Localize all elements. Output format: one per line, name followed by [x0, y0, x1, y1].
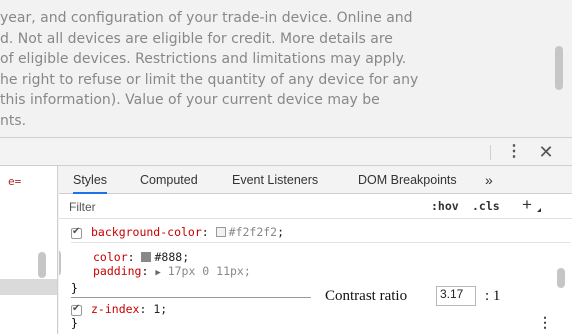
color-picker-separator	[71, 297, 311, 298]
property-value[interactable]: #f2f2f2	[229, 225, 277, 239]
property-name[interactable]: color	[93, 250, 128, 264]
page-content-area: year, and configuration of your trade-in…	[0, 0, 572, 137]
tab-event-listeners[interactable]: Event Listeners	[232, 166, 318, 194]
tab-computed[interactable]: Computed	[140, 166, 198, 194]
page-scrollbar-thumb[interactable]	[555, 46, 563, 90]
elements-panel: e=	[0, 166, 58, 334]
color-swatch[interactable]	[215, 227, 226, 237]
paragraph-line: nts.	[0, 112, 27, 129]
paragraph-line: d. Not all devices are eligible for cred…	[0, 30, 393, 47]
more-vert-icon[interactable]: ⋮	[503, 142, 525, 162]
rule-scrollbar-thumb[interactable]	[59, 250, 61, 276]
paragraph-line: year, and configuration of your trade-in…	[0, 10, 413, 26]
contrast-ratio-label: Contrast ratio	[325, 288, 408, 304]
paragraph-line: of eligible devices. Restrictions and li…	[0, 51, 407, 67]
devtools-toolbar: ⋮ ✕	[0, 137, 572, 166]
property-name[interactable]: padding	[93, 264, 141, 278]
contrast-ratio-suffix: : 1	[485, 288, 501, 304]
close-icon[interactable]: ✕	[534, 142, 558, 162]
selected-dom-row[interactable]	[0, 279, 57, 295]
color-swatch[interactable]	[141, 252, 152, 262]
toolbar-divider	[490, 145, 491, 160]
filter-input[interactable]	[69, 199, 269, 215]
styles-filter-bar: :hov .cls +	[59, 195, 572, 219]
contrast-ratio-field[interactable]: 3.17	[436, 286, 476, 306]
styles-scrollbar-thumb[interactable]	[557, 268, 565, 288]
styles-pane: Styles Computed Event Listeners DOM Brea…	[59, 166, 572, 334]
property-value[interactable]: 17px 0 11px	[168, 264, 244, 278]
property-name[interactable]: z-index	[91, 302, 139, 316]
rule-menu-icon[interactable]: ⋮	[538, 314, 552, 331]
chevron-double-right-icon[interactable]: »	[485, 166, 493, 194]
property-padding: padding: ▶ 17px 0 11px;	[93, 264, 251, 278]
add-rule-corner-icon	[537, 208, 541, 212]
sidebar-tabs: Styles Computed Event Listeners DOM Brea…	[59, 166, 572, 194]
property-value[interactable]: #888	[154, 250, 182, 264]
elements-scrollbar-thumb[interactable]	[38, 252, 46, 278]
page-paragraph: year, and configuration of your trade-in…	[0, 8, 540, 131]
cls-toggle[interactable]: .cls	[472, 199, 500, 213]
dom-attribute-fragment[interactable]: e=	[8, 175, 21, 188]
paragraph-line: this information). Value of your current…	[0, 92, 380, 108]
property-checkbox[interactable]	[71, 226, 82, 239]
tab-styles[interactable]: Styles	[73, 166, 108, 194]
property-checkbox[interactable]	[71, 303, 82, 316]
rule-close-brace: }	[71, 316, 78, 330]
paragraph-line: he right to refuse or limit the quantity…	[0, 71, 419, 88]
hov-toggle[interactable]: :hov	[431, 199, 459, 213]
add-rule-icon[interactable]: +	[522, 195, 532, 215]
tab-dom-breakpoints[interactable]: DOM Breakpoints	[358, 166, 457, 194]
rule-close-brace: }	[71, 281, 78, 295]
expand-triangle-icon[interactable]: ▶	[155, 268, 160, 278]
rule-divider	[71, 242, 571, 243]
property-color: color: #888;	[93, 250, 190, 264]
property-name[interactable]: background-color	[91, 225, 202, 239]
